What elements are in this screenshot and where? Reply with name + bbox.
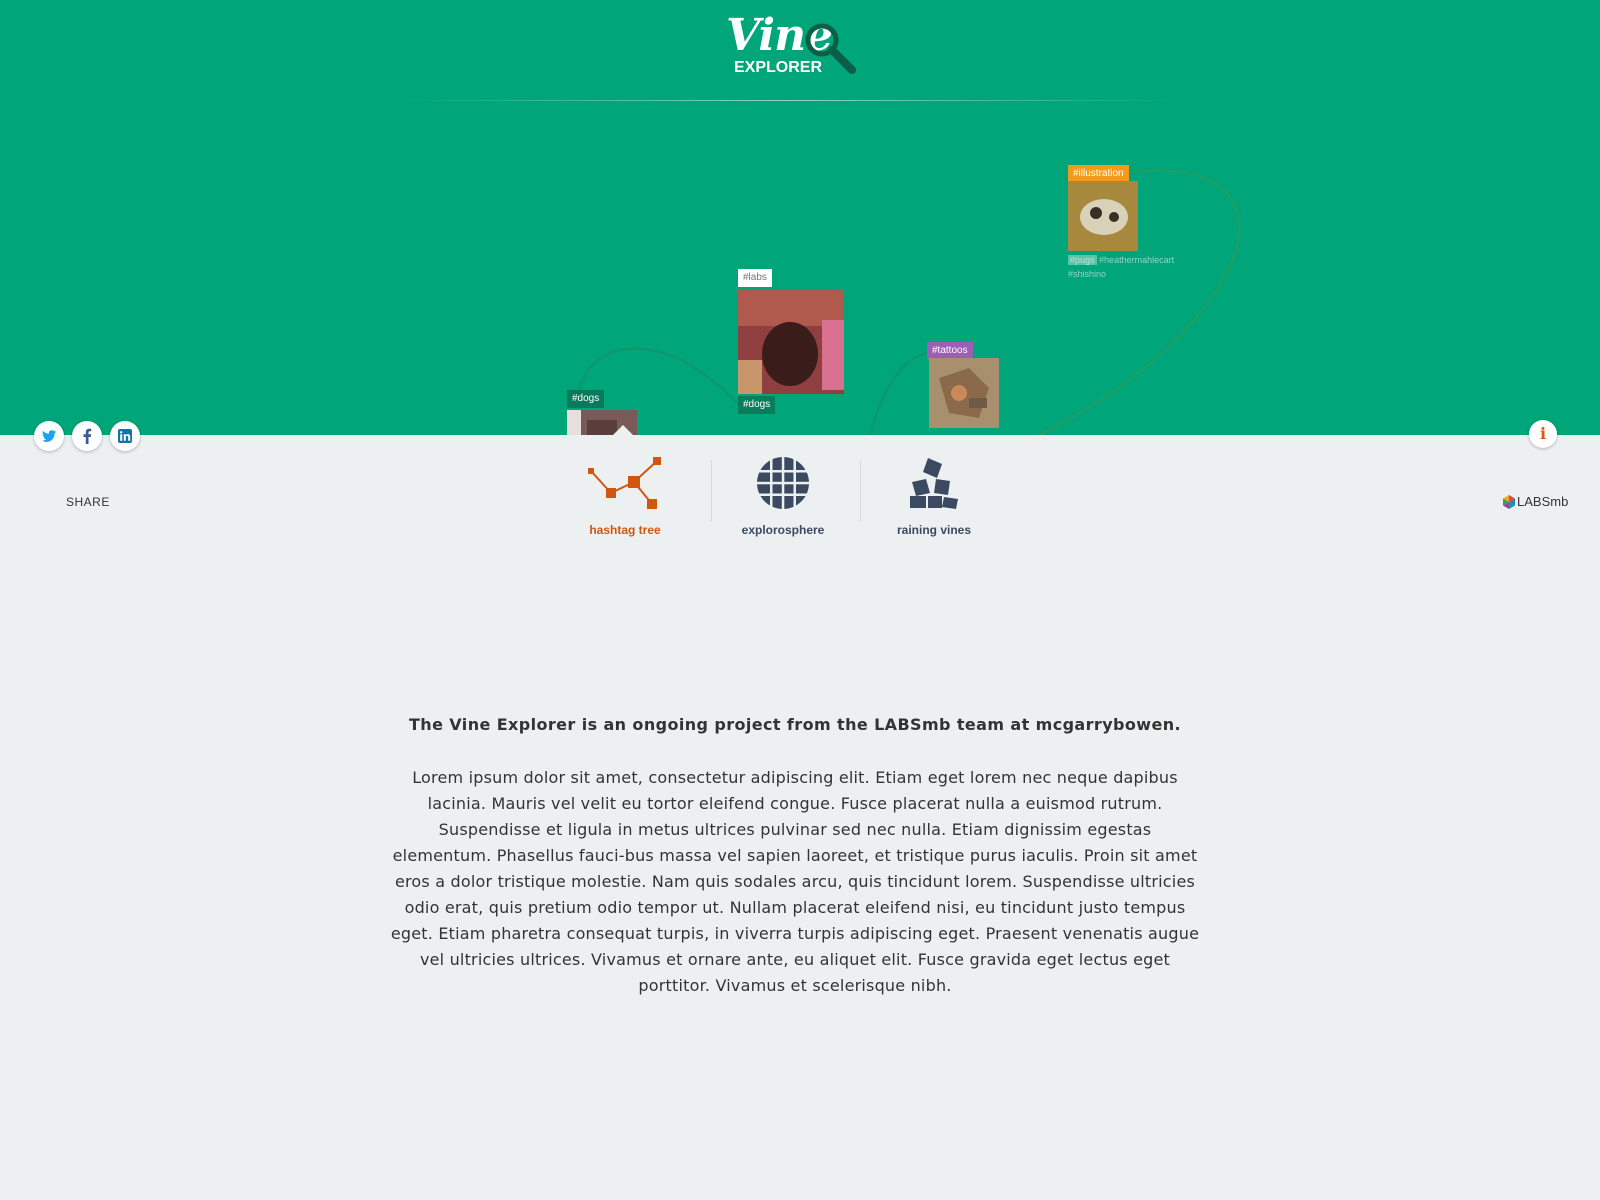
node-tag[interactable]: #labs xyxy=(738,269,772,287)
nav-separator xyxy=(711,460,712,522)
hashtag-tree-icon xyxy=(588,457,661,509)
tab-raining-vines[interactable]: raining vines xyxy=(869,455,999,537)
cubes-icon xyxy=(910,458,958,509)
nav-separator xyxy=(860,460,861,522)
tab-hashtag-tree[interactable]: hashtag tree xyxy=(560,455,690,537)
tab-label: raining vines xyxy=(896,523,972,537)
globe-icon xyxy=(757,457,809,509)
node-tag[interactable]: #dogs xyxy=(567,390,605,408)
related-tag[interactable]: #pugs xyxy=(1068,255,1097,265)
brand-label: LABSmb xyxy=(1517,494,1569,509)
tab-label: explorosphere xyxy=(741,523,825,537)
related-tags: #pugs #heathermahlecart #shishino xyxy=(1068,253,1198,281)
related-tag[interactable]: #shishino xyxy=(1068,269,1106,279)
vine-thumbnail[interactable] xyxy=(1068,181,1138,251)
vine-thumbnail[interactable] xyxy=(929,358,999,428)
facebook-icon[interactable] xyxy=(72,421,102,451)
about-body: Lorem ipsum dolor sit amet, consectetur … xyxy=(390,768,1200,995)
linkedin-icon[interactable] xyxy=(110,421,140,451)
tab-explorosphere[interactable]: explorosphere xyxy=(718,455,848,537)
labsmb-logo-icon xyxy=(1503,494,1515,509)
about-intro: The Vine Explorer is an ongoing project … xyxy=(408,715,1181,734)
hero-visualization: Vine EXPLORER #labs #dogs #dogs #tattoos… xyxy=(0,0,1600,435)
labsmb-brand[interactable]: LABSmb xyxy=(1503,494,1568,509)
share-label: SHARE xyxy=(66,495,110,509)
node-tag[interactable]: #dogs xyxy=(738,396,776,414)
active-tab-pointer xyxy=(612,425,634,436)
tab-label: hashtag tree xyxy=(589,523,661,537)
info-button[interactable]: i xyxy=(1529,420,1557,448)
related-tag[interactable]: #heathermahlecart xyxy=(1099,255,1174,265)
twitter-icon[interactable] xyxy=(34,421,64,451)
vine-thumbnail[interactable] xyxy=(738,290,844,394)
